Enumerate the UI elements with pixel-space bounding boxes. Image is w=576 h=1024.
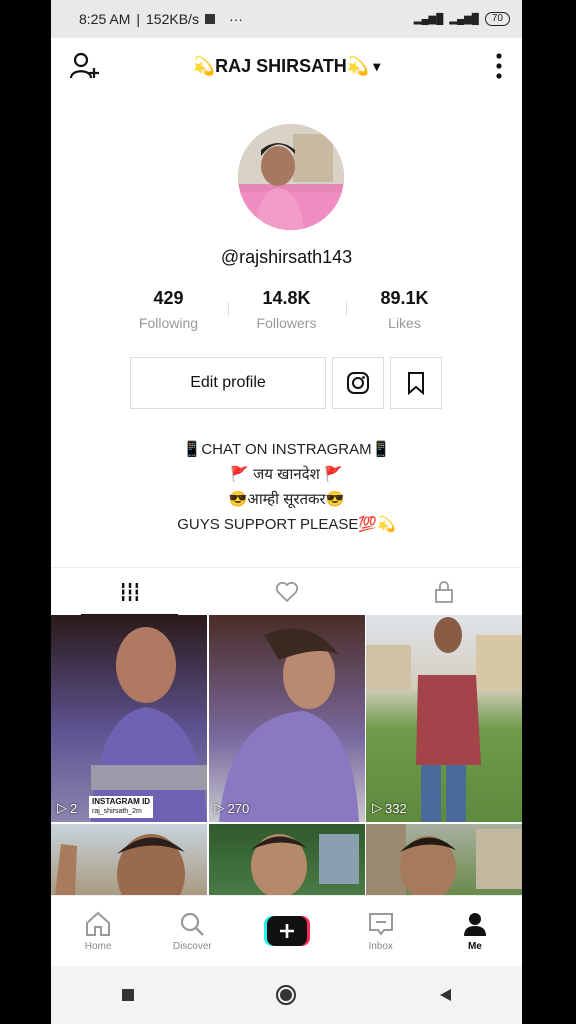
battery-icon: 70 (484, 12, 510, 26)
profile-icon (463, 912, 486, 936)
profile-bio: 📱CHAT ON INSTRAGRAM📱 🚩 जय खानदेश 🚩 😎आम्ह… (51, 437, 522, 537)
grid-icon (120, 583, 139, 601)
bio-line: 📱CHAT ON INSTRAGRAM📱 (182, 441, 391, 458)
video-frame (55, 834, 185, 895)
network-speed: 152KB/s (146, 11, 199, 27)
back-icon[interactable] (437, 987, 453, 1003)
video-frame (366, 617, 522, 822)
profile-header: 💫RAJ SHIRSATH💫 ▾ (51, 38, 522, 94)
account-switcher[interactable]: 💫RAJ SHIRSATH💫 ▾ (193, 56, 381, 77)
more-notifications: ··· (228, 11, 243, 27)
nav-label: Home (84, 940, 112, 952)
status-bar: 8:25 AM | 152KB/s ··· ▂▄▆█ ▂▄▆█ 70 (51, 0, 522, 38)
video-caption-tag: INSTAGRAM ID raj_shirsath_2m (89, 796, 154, 818)
video-thumbnail[interactable] (51, 824, 207, 895)
app-screen: 8:25 AM | 152KB/s ··· ▂▄▆█ ▂▄▆█ 70 💫RAJ … (51, 0, 522, 1024)
instagram-button[interactable] (332, 357, 384, 409)
edit-profile-button[interactable]: Edit profile (130, 357, 326, 409)
account-name: 💫RAJ SHIRSATH💫 (192, 55, 370, 76)
stat-label: Followers (256, 315, 317, 331)
tab-private[interactable] (365, 568, 522, 616)
nav-discover[interactable]: Discover (145, 896, 239, 966)
plus-icon (263, 916, 310, 946)
stat-following[interactable]: 429 Following (110, 288, 228, 331)
inbox-icon (368, 912, 393, 936)
nav-label: Me (467, 940, 482, 952)
view-count: ▷ 2 (57, 800, 78, 816)
heart-icon (275, 581, 298, 603)
profile-avatar[interactable] (238, 124, 344, 230)
signal-icon: ▂▄▆█ (413, 13, 444, 25)
more-options-icon[interactable] (494, 52, 504, 80)
video-thumbnail[interactable] (208, 824, 365, 895)
home-button-icon[interactable] (274, 983, 298, 1007)
video-frame (218, 628, 359, 822)
nav-create[interactable] (239, 896, 333, 966)
nav-label: Inbox (368, 940, 393, 952)
search-icon (181, 912, 205, 936)
tab-liked[interactable] (208, 568, 365, 616)
stat-likes[interactable]: 89.1K Likes (345, 288, 464, 331)
status-time: 8:25 AM (79, 11, 131, 27)
video-thumbnail[interactable] (366, 824, 522, 895)
profile-stats: 429 Following 14.8K Followers 89.1K Like… (51, 288, 522, 331)
stat-label: Likes (388, 315, 421, 331)
video-thumbnail[interactable]: ▷ 332 (366, 615, 522, 822)
view-count: ▷ 332 (372, 800, 407, 816)
bookmark-icon (408, 372, 424, 395)
lock-icon (434, 581, 453, 603)
video-frame (250, 834, 359, 895)
tab-videos[interactable] (51, 568, 208, 616)
video-frame (91, 627, 207, 822)
favorites-button[interactable] (390, 357, 442, 409)
stat-value: 14.8K (262, 288, 311, 308)
video-grid: ▷ 2 INSTAGRAM ID raj_shirsath_2m ▷ 270 ▷ … (51, 615, 522, 895)
system-navigation-bar (51, 966, 522, 1024)
video-thumbnail[interactable]: ▷ 270 (208, 615, 365, 822)
stat-value: 429 (153, 288, 184, 308)
video-frame (366, 824, 522, 895)
profile-handle: @rajshirsath143 (220, 247, 353, 267)
stat-label: Following (138, 315, 199, 331)
nav-inbox[interactable]: Inbox (334, 896, 428, 966)
bio-line: GUYS SUPPORT PLEASE💯💫 (177, 516, 396, 533)
recent-apps-icon[interactable] (120, 987, 136, 1003)
avatar-image (238, 124, 344, 230)
view-count: ▷ 270 (214, 800, 250, 816)
profile-tabs (51, 567, 522, 616)
video-thumbnail[interactable]: ▷ 2 INSTAGRAM ID raj_shirsath_2m (51, 615, 207, 822)
instagram-icon (347, 372, 369, 394)
stat-value: 89.1K (380, 288, 429, 308)
chevron-down-icon: ▾ (373, 57, 381, 74)
nav-label: Discover (172, 940, 212, 952)
add-user-icon[interactable] (69, 50, 101, 82)
upload-icon (204, 14, 215, 24)
nav-home[interactable]: Home (51, 896, 145, 966)
stat-followers[interactable]: 14.8K Followers (227, 288, 346, 331)
bio-line: 🚩 जय खानदेश 🚩 (230, 466, 343, 483)
home-icon (86, 911, 111, 936)
nav-me[interactable]: Me (428, 896, 522, 966)
bottom-navigation: Home Discover Inbox Me (51, 895, 522, 966)
profile-actions: Edit profile (130, 357, 442, 409)
signal-icon-2: ▂▄▆█ (449, 13, 479, 25)
bio-line: 😎आम्ही सूरतकर😎 (228, 491, 345, 508)
